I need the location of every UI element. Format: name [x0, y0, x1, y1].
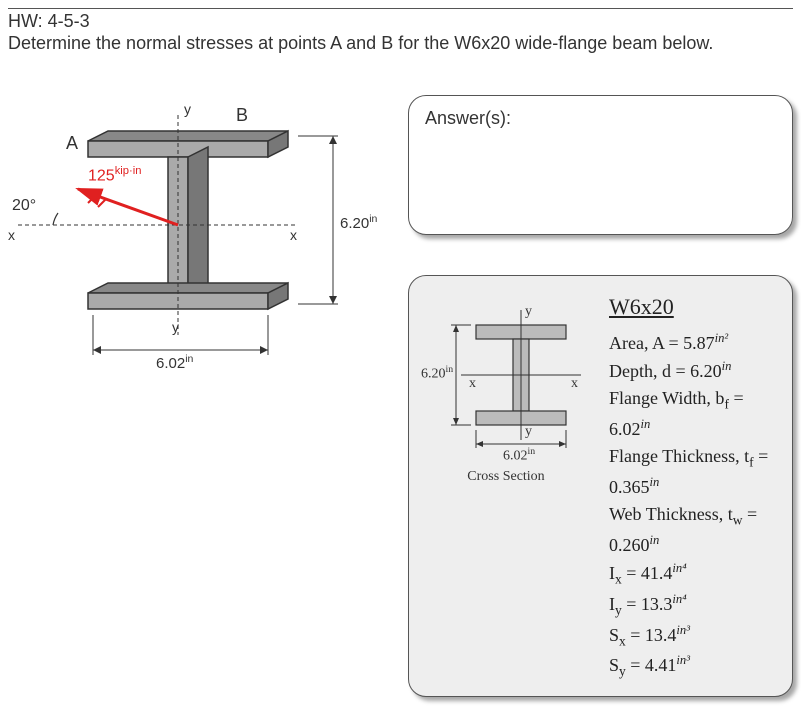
- width-dim: 6.02in: [156, 353, 193, 372]
- problem-prompt: Determine the normal stresses at points …: [8, 32, 793, 55]
- height-dim: 6.20in: [340, 213, 377, 232]
- prop-tw: Web Thickness, tw = 0.260in: [609, 501, 780, 559]
- answer-title: Answer(s):: [425, 108, 776, 129]
- axis-x-neg: x: [8, 227, 15, 243]
- mini-axis-x-pos: x: [571, 376, 578, 392]
- figure-column: A B 125kip·in 20° x x y y 6.02in 6.20in: [8, 95, 388, 697]
- prop-ix: Ix = 41.4in⁴: [609, 559, 780, 590]
- top-rule: [8, 8, 793, 9]
- beam-svg: [8, 95, 388, 375]
- section-name: W6x20: [609, 290, 780, 323]
- prop-iy: Iy = 13.3in⁴: [609, 590, 780, 621]
- mini-axis-y-neg: y: [525, 424, 532, 440]
- axis-y-neg: y: [172, 319, 179, 335]
- prop-bf: Flange Width, bf = 6.02in: [609, 385, 780, 443]
- angle-label: 20°: [12, 197, 36, 215]
- mini-axis-x-neg: x: [469, 376, 476, 392]
- prop-tf: Flange Thickness, tf = 0.365in: [609, 443, 780, 501]
- content-row: A B 125kip·in 20° x x y y 6.02in 6.20in …: [8, 95, 793, 697]
- point-a-label: A: [66, 133, 78, 154]
- section-properties-box: 6.20in 6.02in x x y y Cross Section W6x2…: [408, 275, 793, 697]
- mini-cross-section: 6.20in 6.02in x x y y Cross Section: [421, 290, 591, 485]
- axis-y-pos: y: [184, 101, 191, 117]
- mini-height-dim: 6.20in: [421, 364, 453, 383]
- cross-section-label: Cross Section: [421, 469, 591, 485]
- right-column: Answer(s):: [408, 95, 793, 697]
- prop-sx: Sx = 13.4in³: [609, 621, 780, 652]
- problem-id: HW: 4-5-3: [8, 11, 793, 32]
- prop-depth: Depth, d = 6.20in: [609, 357, 780, 385]
- prop-area: Area, A = 5.87in²: [609, 329, 780, 357]
- properties-list: W6x20 Area, A = 5.87in² Depth, d = 6.20i…: [609, 290, 780, 682]
- moment-label: 125kip·in: [88, 165, 141, 185]
- mini-axis-y-pos: y: [525, 304, 532, 320]
- beam-figure: A B 125kip·in 20° x x y y 6.02in 6.20in: [8, 95, 388, 375]
- answer-box: Answer(s):: [408, 95, 793, 235]
- axis-x-pos: x: [290, 227, 297, 243]
- mini-width-dim: 6.02in: [503, 446, 535, 465]
- point-b-label: B: [236, 105, 248, 126]
- prop-sy: Sy = 4.41in³: [609, 651, 780, 682]
